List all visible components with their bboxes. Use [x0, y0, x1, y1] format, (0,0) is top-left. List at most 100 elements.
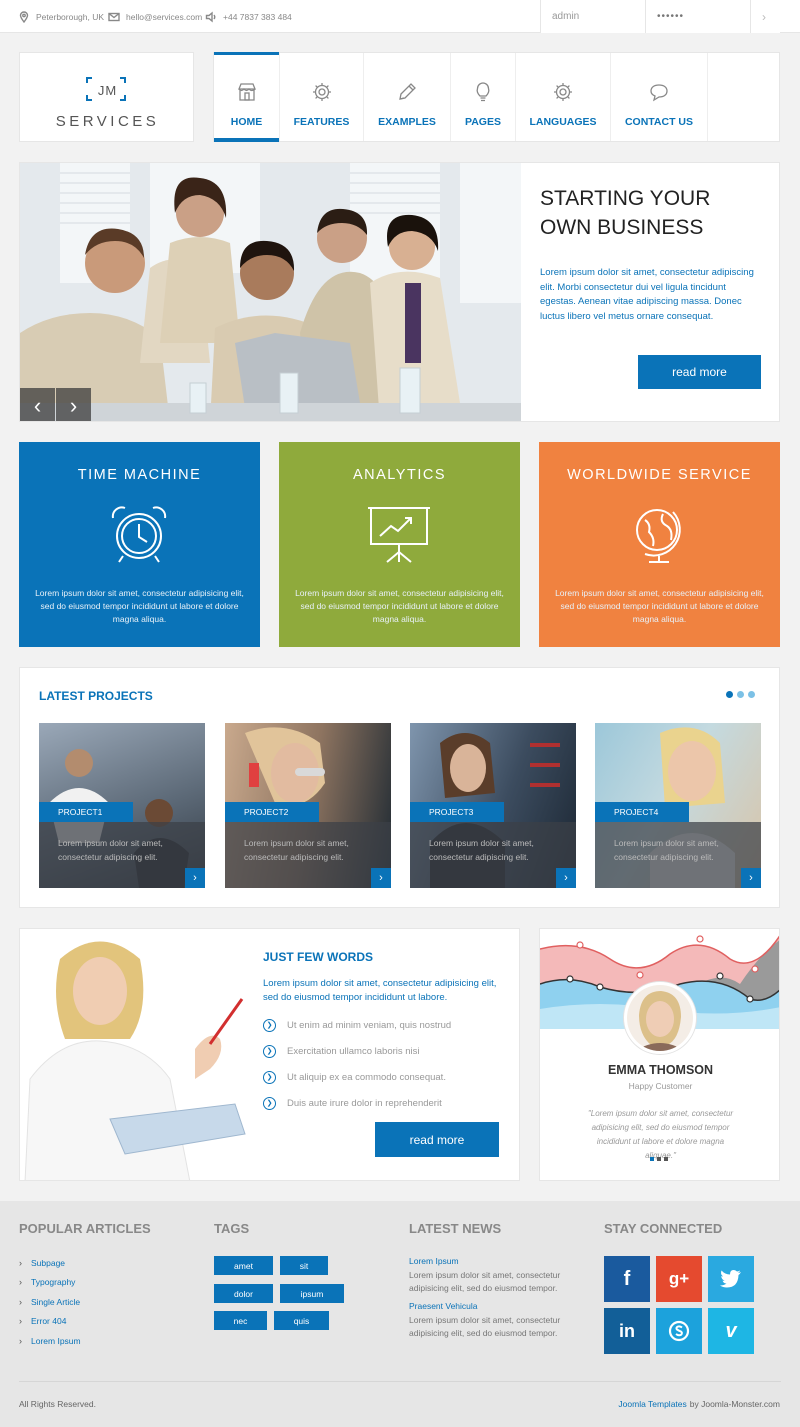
project-card-3[interactable]: PROJECT3 Lorem ipsum dolor sit amet, con… — [410, 723, 576, 888]
footer-link[interactable]: › Typography — [19, 1273, 81, 1293]
customer-portrait — [627, 985, 693, 1051]
tag[interactable]: nec — [214, 1311, 267, 1330]
pagination-dot[interactable] — [748, 691, 755, 698]
tag[interactable]: sit — [280, 1256, 328, 1275]
footer-divider — [19, 1381, 781, 1382]
popular-articles-heading: POPULAR ARTICLES — [19, 1221, 151, 1236]
news-title[interactable]: Praesent Vehicula — [409, 1301, 579, 1311]
envelope-icon — [108, 12, 120, 21]
hero-text: Lorem ipsum dolor sit amet, consectetur … — [540, 267, 754, 322]
google-plus-icon[interactable]: g+ — [656, 1256, 702, 1302]
chevron-left-icon: ‹ — [33, 392, 42, 418]
project-label: PROJECT2 — [225, 802, 319, 822]
skype-icon[interactable] — [656, 1308, 702, 1354]
nav-features[interactable]: FEATURES — [280, 53, 364, 141]
nav-examples-label: EXAMPLES — [378, 116, 436, 128]
site-logo[interactable]: JM SERVICES — [19, 52, 194, 142]
feature-time-machine[interactable]: TIME MACHINE Lorem ipsum dolor sit amet,… — [19, 442, 260, 647]
email-info[interactable]: hello@services.com — [108, 0, 202, 33]
project-label: PROJECT3 — [410, 802, 504, 822]
linkedin-icon[interactable]: in — [604, 1308, 650, 1354]
testimonial-pagination — [650, 1157, 668, 1161]
slider-prev-button[interactable]: ‹ — [20, 388, 55, 421]
feature-worldwide-service[interactable]: WORLDWIDE SERVICE Lorem ipsum dolor sit … — [539, 442, 780, 647]
project-card-4[interactable]: PROJECT4 Lorem ipsum dolor sit amet, con… — [595, 723, 761, 888]
testimonial-quote: "Lorem ipsum dolor sit amet, consectetur… — [587, 1109, 734, 1160]
list-item-text: Duis aute irure dolor in reprehenderit — [287, 1097, 442, 1109]
logo-text: SERVICES — [55, 113, 160, 130]
email-text[interactable]: hello@services.com — [126, 12, 202, 22]
tag[interactable]: ipsum — [280, 1284, 344, 1303]
main-nav: HOME FEATURES EXAMPLES PAGES LANGUAGES C… — [213, 52, 780, 142]
pagination-dot[interactable] — [664, 1157, 668, 1161]
facebook-icon[interactable]: f — [604, 1256, 650, 1302]
chevron-right-icon: › — [69, 392, 78, 418]
project-open-button[interactable]: › — [556, 868, 576, 888]
project-open-button[interactable]: › — [185, 868, 205, 888]
vimeo-icon[interactable]: v — [708, 1308, 754, 1354]
pagination-dot[interactable] — [650, 1157, 654, 1161]
username-input[interactable]: admin — [540, 0, 645, 33]
footer-link-label: Lorem Ipsum — [31, 1335, 81, 1346]
chevron-right-icon: › — [19, 1257, 22, 1268]
team-illustration — [20, 163, 521, 421]
avatar — [624, 982, 696, 1054]
nav-contact-us[interactable]: CONTACT US — [611, 53, 708, 141]
project-card-2[interactable]: PROJECT2 Lorem ipsum dolor sit amet, con… — [225, 723, 391, 888]
chevron-right-icon: › — [564, 872, 568, 884]
twitter-icon[interactable] — [708, 1256, 754, 1302]
project-open-button[interactable]: › — [371, 868, 391, 888]
password-input[interactable]: •••••• — [645, 0, 750, 33]
copyright-text: All Rights Reserved. — [19, 1399, 97, 1409]
location-pin-icon — [19, 10, 29, 23]
tag[interactable]: dolor — [214, 1284, 273, 1303]
lightbulb-icon — [476, 82, 490, 102]
words-read-more-button[interactable]: read more — [375, 1122, 499, 1157]
speaker-icon — [205, 11, 216, 22]
project-text: Lorem ipsum dolor sit amet, consectetur … — [244, 838, 349, 862]
joomla-templates-link[interactable]: Joomla Templates — [618, 1399, 686, 1409]
tag[interactable]: quis — [274, 1311, 329, 1330]
pagination-dot-active[interactable] — [726, 691, 733, 698]
project-card-1[interactable]: PROJECT1 Lorem ipsum dolor sit amet, con… — [39, 723, 205, 888]
nav-features-label: FEATURES — [293, 116, 350, 128]
footer-link[interactable]: › Lorem Ipsum — [19, 1331, 81, 1351]
business-team-photo — [20, 163, 521, 421]
news-title[interactable]: Lorem Ipsum — [409, 1256, 579, 1266]
gear-icon — [554, 83, 572, 101]
pagination-dot[interactable] — [657, 1157, 661, 1161]
words-heading: JUST FEW WORDS — [263, 950, 373, 964]
footer-link-label: Single Article — [31, 1296, 81, 1307]
nav-examples[interactable]: EXAMPLES — [364, 53, 451, 141]
footer-link[interactable]: › Single Article — [19, 1292, 81, 1312]
slider-next-button[interactable]: › — [56, 388, 91, 421]
hero-read-more-button[interactable]: read more — [638, 355, 761, 389]
nav-languages[interactable]: LANGUAGES — [516, 53, 611, 141]
nav-pages[interactable]: PAGES — [451, 53, 516, 141]
list-item: ❯ Exercitation ullamco laboris nisi — [263, 1038, 451, 1064]
footer-link-label: Error 404 — [31, 1316, 67, 1327]
pagination-dot[interactable] — [737, 691, 744, 698]
phone-info: +44 7837 383 484 — [205, 0, 292, 33]
feature-text: Lorem ipsum dolor sit amet, consectetur … — [35, 588, 244, 624]
social-links: f g+ in v — [604, 1256, 764, 1356]
words-checklist: ❯ Ut enim ad minim veniam, quis nostrud ❯… — [263, 1012, 451, 1116]
footer-link[interactable]: › Subpage — [19, 1253, 81, 1273]
login-submit-button[interactable]: › — [750, 0, 780, 33]
nav-home[interactable]: HOME — [214, 52, 280, 142]
nav-pages-label: PAGES — [465, 116, 501, 128]
just-few-words-section: JUST FEW WORDS Lorem ipsum dolor sit ame… — [19, 928, 520, 1181]
feature-text: Lorem ipsum dolor sit amet, consectetur … — [295, 588, 504, 624]
project-label: PROJECT1 — [39, 802, 133, 822]
list-item: ❯ Ut aliquip ex ea commodo consequat. — [263, 1064, 451, 1090]
tag[interactable]: amet — [214, 1256, 273, 1275]
top-bar: Peterborough, UK hello@services.com +44 … — [0, 0, 800, 33]
project-text: Lorem ipsum dolor sit amet, consectetur … — [58, 838, 163, 862]
footer-link[interactable]: › Error 404 — [19, 1312, 81, 1332]
feature-analytics[interactable]: ANALYTICS Lorem ipsum dolor sit amet, co… — [279, 442, 520, 647]
project-label: PROJECT4 — [595, 802, 689, 822]
latest-news-list: Lorem Ipsum Lorem ipsum dolor sit amet, … — [409, 1256, 579, 1339]
news-text: Lorem ipsum dolor sit amet, consectetur … — [409, 1315, 561, 1338]
project-open-button[interactable]: › — [741, 868, 761, 888]
stay-connected-heading: STAY CONNECTED — [604, 1221, 723, 1236]
